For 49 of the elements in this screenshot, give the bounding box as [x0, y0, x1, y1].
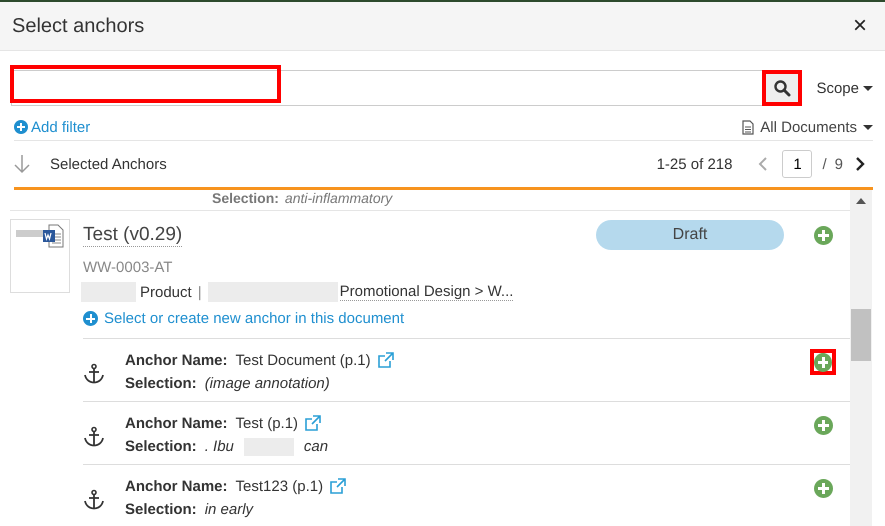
add-icon[interactable]	[810, 349, 836, 375]
anchor-icon	[83, 489, 105, 511]
selection-label: Selection:	[125, 375, 197, 392]
selection-label: Selection:	[125, 501, 197, 518]
selection-text: . Ibu	[204, 438, 234, 455]
down-arrow-icon[interactable]	[14, 154, 30, 174]
external-link-icon[interactable]	[329, 478, 346, 495]
anchor-name: Test (p.1)	[236, 415, 298, 432]
anchor-name: Test123 (p.1)	[236, 478, 324, 495]
selection-text: can	[304, 438, 328, 455]
selection-label: Selection:	[125, 438, 197, 455]
anchor-name-label: Anchor Name:	[125, 352, 228, 369]
scroll-up-icon[interactable]	[856, 198, 866, 204]
anchor-name-label: Anchor Name:	[125, 478, 228, 495]
page-count: 9	[834, 156, 843, 172]
page-separator: /	[822, 156, 827, 172]
status-pill: Draft	[596, 220, 784, 250]
document-icon	[742, 120, 754, 134]
path-label: Promotional Design > W...	[340, 283, 514, 301]
anchor-name-label: Anchor Name:	[125, 415, 228, 432]
scrollbar[interactable]	[850, 190, 872, 526]
selection-text: anti-inflammatory	[284, 190, 392, 206]
add-filter-link[interactable]: Add filter	[14, 118, 90, 136]
scope-dropdown[interactable]: Scope	[816, 80, 873, 96]
previous-page-icon[interactable]	[758, 156, 768, 172]
external-link-icon[interactable]	[304, 415, 322, 432]
anchor-icon	[83, 426, 105, 448]
close-button[interactable]: ×	[846, 12, 873, 40]
window-title: Select anchors	[12, 14, 144, 38]
selected-anchors-label: Selected Anchors	[50, 156, 168, 172]
results-range: 1-25 of 218	[656, 156, 732, 172]
document-title-link[interactable]: Test (v0.29)	[83, 224, 182, 246]
path-label: Product	[140, 284, 192, 300]
document-number: WW-0003-AT	[83, 259, 174, 276]
page-input[interactable]: 1	[782, 150, 812, 178]
search-button[interactable]	[762, 70, 802, 106]
next-page-icon[interactable]	[855, 156, 865, 172]
anchor-name: Test Document (p.1)	[236, 352, 371, 369]
external-link-icon[interactable]	[376, 352, 394, 369]
anchor-icon	[83, 363, 105, 385]
path-separator: |	[198, 284, 202, 300]
scrollbar-thumb[interactable]	[851, 309, 871, 361]
documents-dropdown[interactable]: All Documents	[742, 118, 873, 136]
create-anchor-link[interactable]: Select or create new anchor in this document	[83, 310, 404, 327]
selection-label: Selection:	[212, 190, 279, 206]
search-icon	[773, 79, 792, 97]
word-document-icon	[16, 224, 64, 248]
selection-text: in early	[204, 501, 254, 518]
selection-text: (image annotation)	[204, 375, 330, 392]
